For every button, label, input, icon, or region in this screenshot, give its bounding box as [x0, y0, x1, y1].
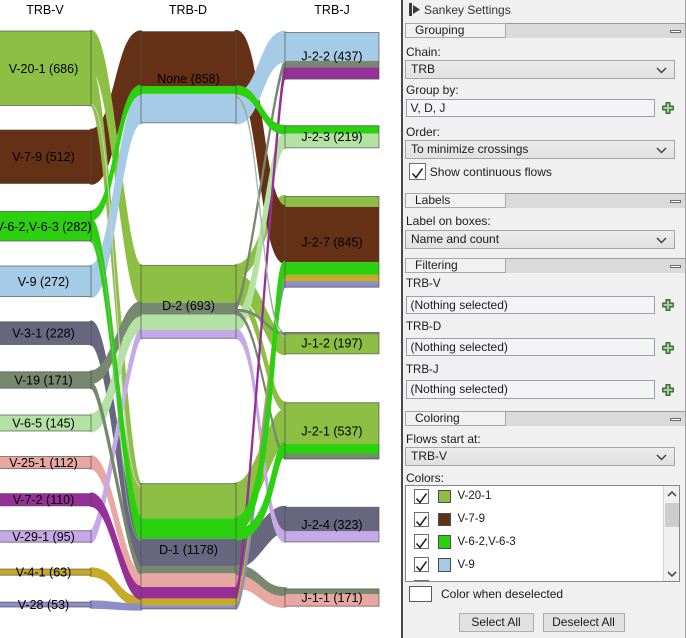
- svg-text:J-2-7 (845): J-2-7 (845): [301, 235, 362, 249]
- svg-text:J-1-1 (171): J-1-1 (171): [301, 591, 362, 605]
- svg-text:V-3-1 (228): V-3-1 (228): [12, 327, 75, 341]
- svg-text:V-7-2 (110): V-7-2 (110): [13, 493, 75, 507]
- svg-text:None (858): None (858): [157, 72, 220, 86]
- svg-text:J-2-4 (323): J-2-4 (323): [301, 518, 362, 532]
- svg-text:TRB-D: TRB-D: [169, 3, 207, 17]
- svg-text:D-1 (1178): D-1 (1178): [159, 543, 218, 557]
- svg-text:V-9 (272): V-9 (272): [18, 275, 69, 289]
- svg-text:V-20-1 (686): V-20-1 (686): [9, 62, 78, 76]
- svg-text:J-2-2 (437): J-2-2 (437): [301, 49, 362, 63]
- svg-text:J-1-2 (197): J-1-2 (197): [301, 337, 362, 351]
- svg-text:V-19 (171): V-19 (171): [14, 374, 72, 388]
- svg-text:V-25-1 (112): V-25-1 (112): [9, 456, 78, 470]
- svg-text:J-2-1 (537): J-2-1 (537): [301, 424, 362, 438]
- svg-text:V-6-5 (145): V-6-5 (145): [12, 417, 75, 431]
- svg-text:D-2 (693): D-2 (693): [162, 299, 215, 313]
- svg-text:V-28 (53): V-28 (53): [18, 598, 69, 612]
- svg-text:V-29-1 (95): V-29-1 (95): [12, 530, 75, 544]
- svg-text:V-4-1 (63): V-4-1 (63): [16, 566, 72, 580]
- svg-text:TRB-V: TRB-V: [26, 3, 64, 17]
- svg-text:V-7-9 (512): V-7-9 (512): [12, 150, 75, 164]
- svg-text:V-6-2,V-6-3 (282): V-6-2,V-6-3 (282): [0, 220, 91, 234]
- svg-text:TRB-J: TRB-J: [314, 3, 349, 17]
- svg-text:J-2-3 (219): J-2-3 (219): [301, 130, 362, 144]
